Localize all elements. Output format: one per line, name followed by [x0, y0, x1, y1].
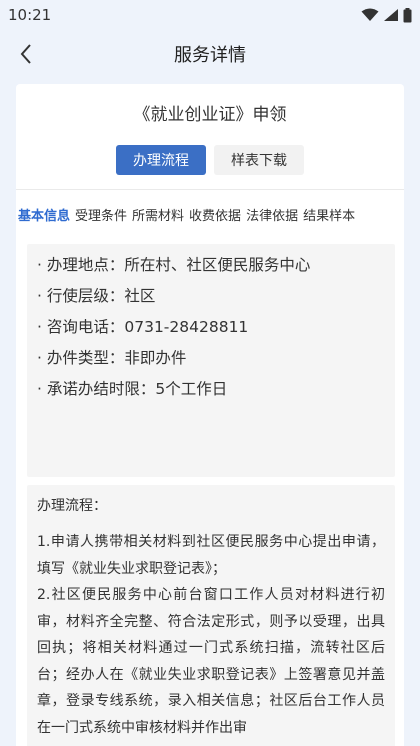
tab-acceptance-conditions[interactable]: 受理条件 — [75, 205, 127, 224]
tab-result-sample[interactable]: 结果样本 — [303, 205, 355, 224]
process-heading: 办理流程： — [37, 498, 107, 514]
download-sample-button[interactable]: 样表下载 — [214, 145, 304, 175]
process-step-1: 1.申请人携带相关材料到社区便民服务中心提出申请，填写《就业失业求职登记表》； — [37, 534, 385, 577]
service-title: 《就业创业证》申领 — [133, 105, 287, 125]
info-time-limit: · 承诺办结时限：5个工作日 — [37, 380, 228, 398]
battery-icon — [403, 7, 412, 22]
info-location: · 办理地点：所在村、社区便民服务中心 — [37, 256, 311, 274]
tab-required-materials[interactable]: 所需材料 — [132, 205, 184, 224]
info-phone: · 咨询电话：0731-28428811 — [37, 318, 249, 336]
status-icons — [361, 7, 412, 23]
page-title: 服务详情 — [174, 45, 246, 66]
status-time: 10:21 — [8, 6, 52, 24]
info-type: · 办件类型：非即办件 — [37, 349, 187, 367]
tab-fee-basis[interactable]: 收费依据 — [189, 205, 241, 224]
chevron-left-icon — [20, 44, 31, 64]
process-step-2: 2.社区便民服务中心前台窗口工作人员对材料进行初审，材料齐全完整、符合法定形式，… — [37, 587, 385, 736]
signal-icon — [384, 9, 398, 21]
action-buttons: 办理流程 样表下载 — [16, 145, 404, 175]
process-panel: 办理流程： 1.申请人携带相关材料到社区便民服务中心提出申请，填写《就业失业求职… — [27, 485, 395, 746]
service-card: 《就业创业证》申领 办理流程 样表下载 基本信息 受理条件 所需材料 收费依据 … — [16, 84, 404, 746]
tab-bar: 基本信息 受理条件 所需材料 收费依据 法律依据 结果样本 — [16, 205, 404, 224]
back-button[interactable] — [12, 40, 40, 68]
nav-bar: 服务详情 — [0, 30, 420, 78]
basic-info-panel: · 办理地点：所在村、社区便民服务中心 · 行使层级：社区 · 咨询电话：073… — [27, 244, 395, 477]
tab-basic-info[interactable]: 基本信息 — [18, 205, 70, 224]
process-button[interactable]: 办理流程 — [116, 145, 206, 175]
info-level: · 行使层级：社区 — [37, 287, 156, 305]
wifi-icon — [361, 8, 379, 21]
status-bar: 10:21 — [0, 0, 420, 30]
tab-legal-basis[interactable]: 法律依据 — [246, 205, 298, 224]
divider — [16, 189, 404, 190]
